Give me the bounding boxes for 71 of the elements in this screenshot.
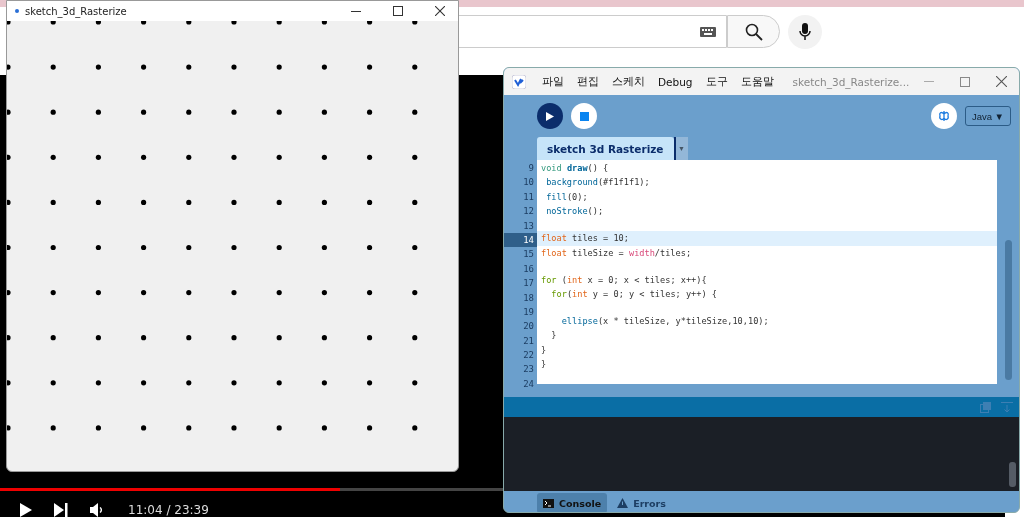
window-title: sketch_3d_Rasterize... bbox=[792, 75, 911, 88]
line-number: 24 bbox=[522, 377, 535, 391]
line-number: 17 bbox=[522, 277, 535, 291]
terminal-icon bbox=[543, 498, 554, 508]
maximize-icon bbox=[393, 6, 403, 16]
stop-button[interactable] bbox=[571, 103, 597, 129]
minimize-icon bbox=[351, 10, 361, 12]
console-tab[interactable]: Errors bbox=[611, 493, 672, 512]
scrollbar-thumb[interactable] bbox=[1009, 462, 1016, 487]
code-line: float tiles = 10; bbox=[541, 232, 629, 246]
app-logo-icon bbox=[512, 74, 526, 89]
next-button[interactable] bbox=[54, 503, 68, 517]
line-number: 23 bbox=[522, 363, 535, 377]
microphone-button[interactable] bbox=[788, 15, 822, 49]
butterfly-icon bbox=[937, 110, 950, 122]
keyboard-icon[interactable] bbox=[700, 26, 716, 37]
video-time: 11:04 / 23:39 bbox=[128, 503, 209, 517]
line-number: 19 bbox=[522, 305, 535, 319]
code-line: fill(0); bbox=[545, 190, 588, 204]
console-tab[interactable]: Console bbox=[537, 493, 608, 512]
code-line: } bbox=[541, 343, 547, 357]
play-icon bbox=[546, 111, 554, 121]
menu-item[interactable]: 도구 bbox=[705, 74, 728, 89]
mode-dropdown[interactable]: Java ▼ bbox=[964, 106, 1011, 126]
menu-item[interactable]: 편집 bbox=[577, 74, 599, 89]
menu-item[interactable]: 스케치 bbox=[612, 74, 645, 89]
warning-icon bbox=[617, 498, 629, 508]
code-line: for(int y = 0; y < tiles; y++) { bbox=[550, 287, 717, 301]
line-number: 10 bbox=[522, 176, 535, 190]
progress-bar[interactable] bbox=[0, 488, 503, 491]
maximize-icon bbox=[960, 76, 970, 87]
line-number: 20 bbox=[522, 320, 535, 334]
skip-icon bbox=[54, 503, 68, 517]
play-button[interactable] bbox=[20, 503, 32, 517]
line-number: 14 bbox=[504, 232, 537, 248]
menu-item[interactable]: Debug bbox=[658, 75, 693, 88]
search-icon bbox=[744, 22, 763, 41]
play-icon bbox=[20, 503, 32, 517]
line-number: 11 bbox=[522, 190, 535, 204]
line-number: 21 bbox=[522, 334, 535, 348]
code-line: } bbox=[541, 358, 547, 372]
run-button[interactable] bbox=[537, 103, 563, 129]
volume-button[interactable] bbox=[90, 503, 102, 517]
code-line: ellipse(x * tileSize, y*tileSize,10,10); bbox=[560, 314, 769, 328]
stop-icon bbox=[579, 111, 589, 121]
code-line: } bbox=[550, 329, 557, 343]
search-button[interactable] bbox=[727, 15, 780, 48]
scrollbar-thumb[interactable] bbox=[1004, 240, 1012, 380]
microphone-icon bbox=[799, 23, 811, 41]
close-icon bbox=[995, 76, 1007, 87]
menu-item[interactable]: 파일 bbox=[542, 74, 564, 89]
line-number: 16 bbox=[522, 262, 535, 276]
app-icon bbox=[15, 9, 19, 13]
line-number: 13 bbox=[522, 219, 535, 233]
debug-button[interactable] bbox=[930, 103, 957, 129]
close-icon bbox=[435, 6, 445, 16]
code-line: float tileSize = width/tiles; bbox=[541, 246, 692, 260]
code-line: background(#f1f1f1); bbox=[545, 176, 650, 190]
line-number: 9 bbox=[527, 162, 535, 175]
line-number: 18 bbox=[522, 291, 535, 305]
line-number: 12 bbox=[522, 205, 535, 219]
code-line: void draw() { bbox=[541, 162, 609, 175]
speaker-icon bbox=[90, 503, 102, 517]
minimize-icon bbox=[924, 81, 934, 82]
window-title: sketch_3d_Rasterize bbox=[25, 5, 128, 17]
code-line: for (int x = 0; x < tiles; x++){ bbox=[541, 273, 707, 287]
line-number: 15 bbox=[522, 248, 535, 262]
line-number: 22 bbox=[522, 349, 535, 363]
menu-item[interactable]: 도움말 bbox=[740, 74, 774, 89]
sketch-tab[interactable]: sketch 3d Rasterize bbox=[537, 137, 674, 160]
code-line: noStroke(); bbox=[545, 205, 604, 219]
